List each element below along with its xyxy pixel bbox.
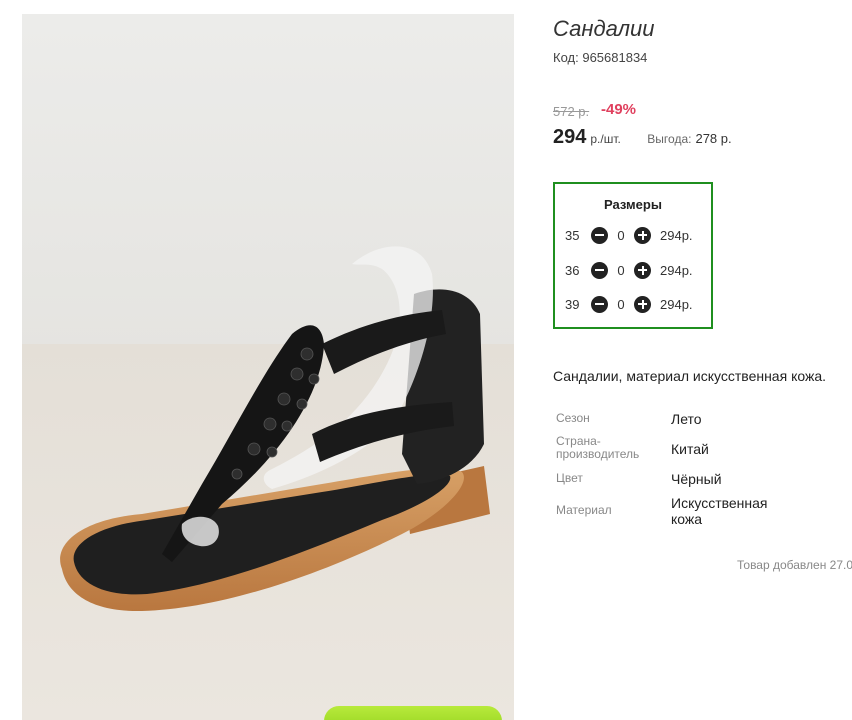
spec-label-color: Цвет — [556, 471, 583, 485]
spec-label-material: Материал — [556, 503, 612, 517]
discount-badge: -49% — [601, 101, 637, 118]
product-title: Сандалии — [553, 16, 655, 41]
spec-value-color: Чёрный — [671, 471, 722, 487]
size-number: 36 — [565, 262, 580, 278]
added-date-note: Товар добавлен 27.0 — [737, 558, 852, 572]
size-row: 36 0 294р. — [565, 261, 693, 279]
size-price: 294р. — [660, 227, 693, 243]
sizes-box: Размеры 35 0 294р. 36 0 294р. 39 0 294р. — [553, 182, 713, 329]
product-description: Сандалии, материал искусственная кожа. — [553, 368, 827, 384]
sizes-title: Размеры — [604, 197, 662, 212]
savings-label: Выгода: — [647, 132, 692, 146]
size-price: 294р. — [660, 262, 693, 278]
quantity-value: 0 — [617, 227, 625, 243]
quantity-value: 0 — [617, 296, 625, 312]
spec-label-country: Страна-производитель — [556, 434, 640, 461]
plus-icon[interactable] — [634, 261, 651, 279]
plus-icon[interactable] — [634, 295, 651, 313]
size-price: 294р. — [660, 296, 693, 312]
plus-icon[interactable] — [634, 226, 651, 244]
add-to-cart-button[interactable] — [324, 706, 502, 720]
minus-icon[interactable] — [591, 261, 608, 279]
size-number: 35 — [565, 227, 580, 243]
spec-value-country: Китай — [671, 441, 709, 457]
savings-value: 278 р. — [695, 131, 732, 146]
size-row: 35 0 294р. — [565, 226, 693, 244]
product-photo[interactable] — [22, 14, 514, 720]
spec-label-season: Сезон — [556, 411, 590, 425]
sandal-image — [22, 246, 514, 720]
spec-value-season: Лето — [671, 411, 702, 427]
old-price: 572 р. — [553, 104, 590, 119]
quantity-value: 0 — [617, 262, 625, 278]
size-row: 39 0 294р. — [565, 295, 693, 313]
size-number: 39 — [565, 296, 580, 312]
code-value: 965681834 — [582, 50, 648, 65]
price-row: 294 р./шт. Выгода: 278 р. — [553, 126, 732, 149]
spec-value-material: Искусственная кожа — [671, 495, 768, 527]
product-code: Код: 965681834 — [553, 50, 647, 65]
current-price: 294 — [553, 126, 587, 148]
minus-icon[interactable] — [591, 295, 608, 313]
price-unit: р./шт. — [590, 132, 621, 146]
minus-icon[interactable] — [591, 226, 608, 244]
code-label: Код: — [553, 50, 579, 65]
